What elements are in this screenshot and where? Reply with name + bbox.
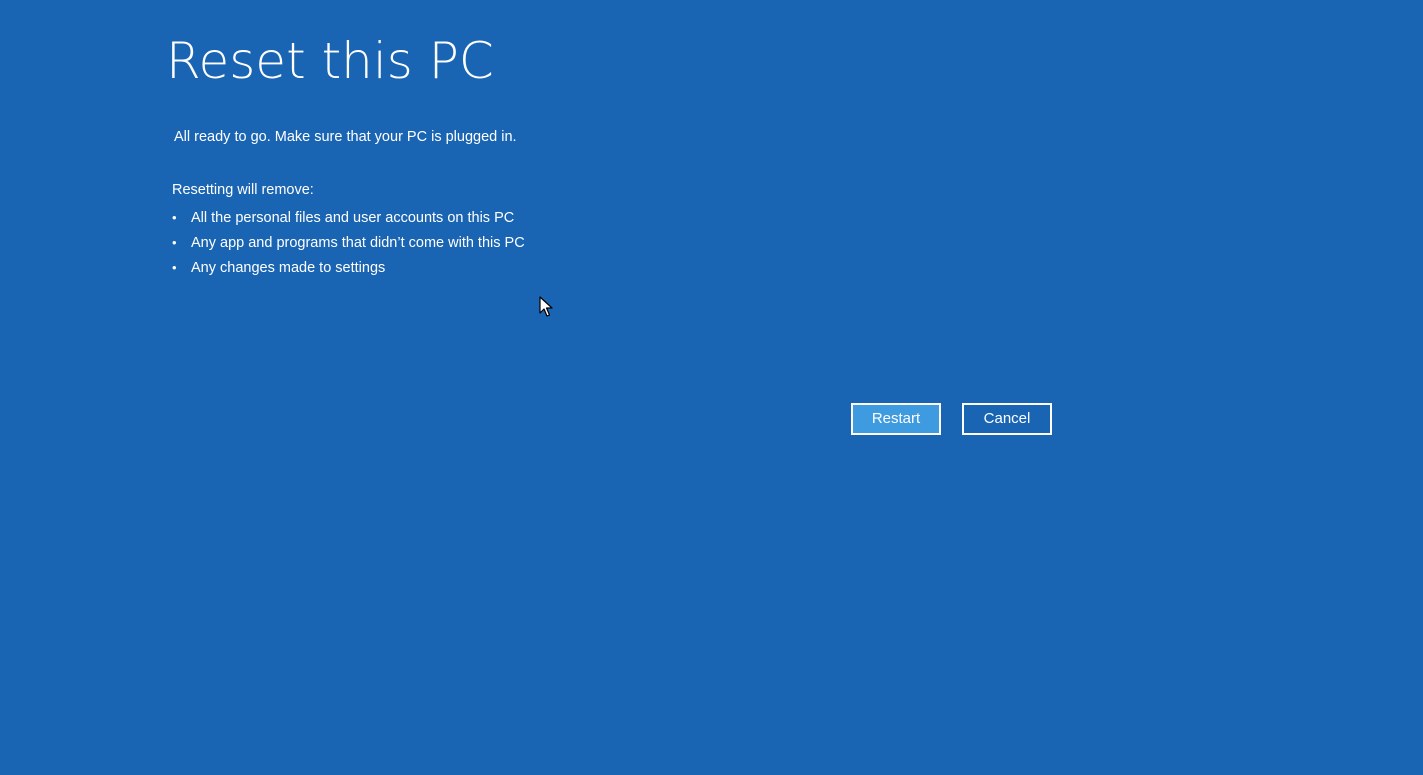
cancel-button[interactable]: Cancel: [962, 403, 1052, 435]
list-item: • All the personal files and user accoun…: [172, 208, 525, 233]
remove-heading: Resetting will remove:: [172, 182, 314, 198]
restart-button[interactable]: Restart: [851, 403, 941, 435]
reset-pc-screen: Reset this PC All ready to go. Make sure…: [0, 0, 1423, 775]
bullet-icon: •: [172, 260, 177, 275]
list-item-text: All the personal files and user accounts…: [191, 210, 515, 226]
remove-list: • All the personal files and user accoun…: [172, 208, 525, 283]
bullet-icon: •: [172, 235, 177, 250]
list-item: • Any app and programs that didn’t come …: [172, 233, 525, 258]
list-item: • Any changes made to settings: [172, 258, 525, 283]
list-item-text: Any changes made to settings: [191, 260, 386, 276]
ready-message: All ready to go. Make sure that your PC …: [174, 129, 517, 145]
bullet-icon: •: [172, 210, 177, 225]
mouse-pointer-icon: [539, 296, 553, 317]
list-item-text: Any app and programs that didn’t come wi…: [191, 235, 525, 251]
page-title: Reset this PC: [166, 32, 494, 90]
